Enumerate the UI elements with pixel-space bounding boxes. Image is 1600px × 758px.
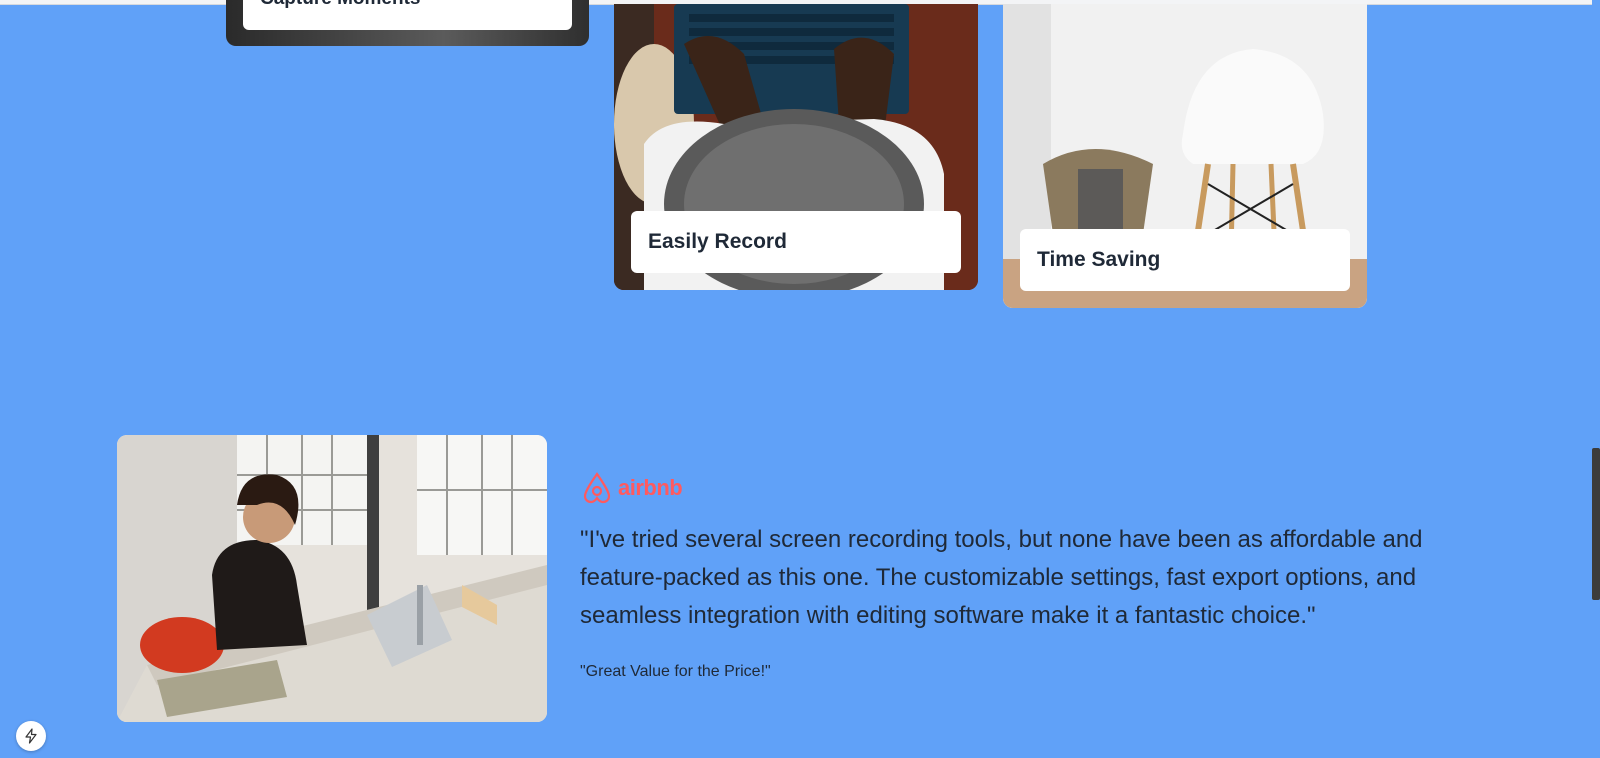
airbnb-logo-icon <box>583 472 611 504</box>
page: Capture Moments Easily Record <box>0 0 1600 758</box>
testimonial-quote: "I've tried several screen recording too… <box>580 526 1423 629</box>
feature-card-easily-record: Easily Record <box>614 4 978 290</box>
feature-card-label: Easily Record <box>631 211 961 273</box>
scrollbar-track[interactable] <box>1592 0 1600 758</box>
testimonial-title: "Great Value for the Price!" <box>580 663 771 680</box>
brand-name: airbnb <box>618 475 683 500</box>
lightning-icon <box>25 728 37 744</box>
floating-action-button[interactable] <box>16 721 46 751</box>
feature-card-time-saving: Time Saving <box>1003 4 1367 308</box>
woman-at-laptop-photo <box>117 435 547 722</box>
feature-card-label: Time Saving <box>1020 229 1350 291</box>
brand-logo: airbnb <box>580 470 683 506</box>
feature-card-label: Capture Moments <box>243 0 572 30</box>
feature-card-capture-moments: Capture Moments <box>226 0 589 46</box>
scrollbar-thumb[interactable] <box>1592 448 1600 600</box>
testimonial-photo <box>117 435 547 722</box>
